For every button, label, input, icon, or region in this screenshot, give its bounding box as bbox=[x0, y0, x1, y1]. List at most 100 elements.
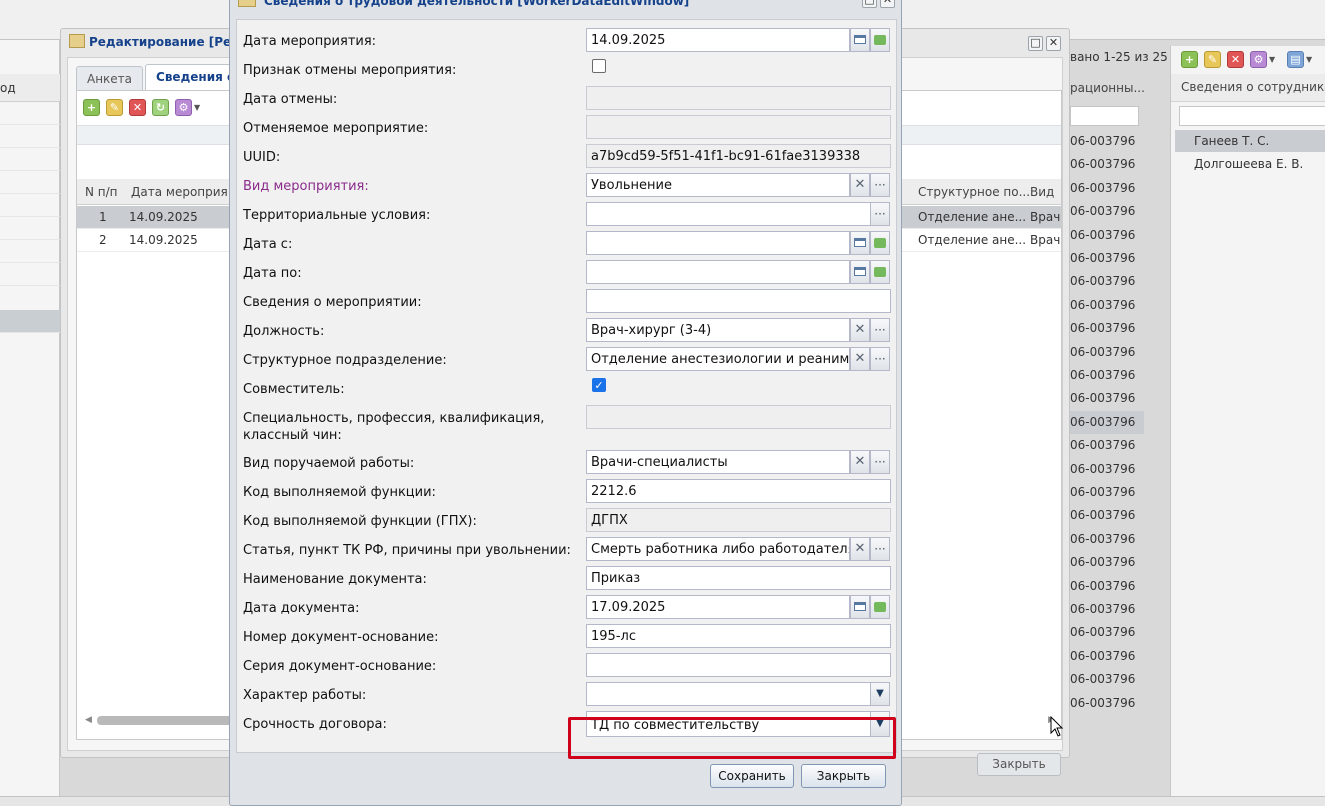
table-cell[interactable]: 06-003796 bbox=[1070, 575, 1144, 598]
date-from-field[interactable] bbox=[586, 231, 850, 255]
table-cell[interactable]: 06-003796 bbox=[1070, 434, 1144, 457]
chevron-down-icon[interactable]: ▼ bbox=[194, 103, 200, 112]
table-cell[interactable]: 06-003796 bbox=[1070, 130, 1144, 153]
settings-icon[interactable]: ⚙ bbox=[1250, 51, 1267, 68]
table-cell[interactable]: 06-003796 bbox=[1070, 621, 1144, 644]
table-cell[interactable]: 06-003796 bbox=[1070, 551, 1144, 574]
department-field[interactable]: Отделение анестезиологии и реанимации bbox=[586, 347, 850, 371]
column-header-department[interactable]: Структурное по... bbox=[918, 185, 1030, 199]
clear-icon[interactable]: ✕ bbox=[850, 537, 870, 561]
tab-anketa[interactable]: Анкета bbox=[76, 66, 144, 90]
close-window-button[interactable]: ✕ bbox=[1046, 36, 1061, 51]
list-item[interactable] bbox=[0, 171, 60, 194]
delete-icon[interactable]: ✕ bbox=[129, 99, 146, 116]
select-more-icon[interactable]: ··· bbox=[870, 537, 890, 561]
column-header-registration[interactable]: рационны... bbox=[1070, 74, 1144, 102]
table-cell[interactable]: 06-003796 bbox=[1070, 504, 1144, 527]
list-item[interactable] bbox=[0, 194, 60, 217]
event-info-field[interactable] bbox=[586, 289, 891, 313]
event-kind-field[interactable]: Увольнение bbox=[586, 173, 850, 197]
print-icon[interactable]: ▤ bbox=[1286, 51, 1304, 68]
table-cell[interactable]: 06-003796 bbox=[1070, 270, 1144, 293]
table-cell[interactable]: 06-003796 bbox=[1070, 341, 1144, 364]
table-cell[interactable]: 06-003796 bbox=[1070, 598, 1144, 621]
list-item[interactable] bbox=[0, 148, 60, 171]
select-more-icon[interactable]: ··· bbox=[870, 347, 890, 371]
calendar-button[interactable] bbox=[850, 595, 870, 619]
doc-series-field[interactable] bbox=[586, 653, 891, 677]
add-icon[interactable]: + bbox=[1181, 51, 1198, 68]
employees-filter-input[interactable] bbox=[1179, 106, 1325, 126]
left-list-header[interactable]: од bbox=[0, 74, 60, 102]
scroll-left-icon[interactable]: ◀ bbox=[85, 715, 92, 725]
column-header-date[interactable]: Дата мероприя... bbox=[131, 185, 239, 199]
add-icon[interactable]: + bbox=[83, 99, 100, 116]
today-button[interactable] bbox=[870, 231, 890, 255]
calendar-button[interactable] bbox=[850, 231, 870, 255]
list-item[interactable] bbox=[0, 125, 60, 148]
table-cell[interactable]: 06-003796 bbox=[1070, 645, 1144, 668]
select-more-icon[interactable]: ··· bbox=[870, 173, 890, 197]
event-date-field[interactable]: 14.09.2025 bbox=[586, 28, 850, 52]
position-field[interactable]: Врач-хирург (3-4) bbox=[586, 318, 850, 342]
employee-row[interactable]: Ганеев Т. С. bbox=[1175, 130, 1325, 152]
today-button[interactable] bbox=[870, 595, 890, 619]
select-more-icon[interactable]: ··· bbox=[870, 202, 890, 226]
cancel-flag-checkbox[interactable] bbox=[592, 59, 606, 73]
column-header-number[interactable]: N п/п bbox=[85, 185, 118, 199]
clear-icon[interactable]: ✕ bbox=[850, 318, 870, 342]
employee-row[interactable]: Долгошеева Е. В. bbox=[1175, 153, 1325, 175]
table-cell[interactable]: 06-003796 bbox=[1070, 200, 1144, 223]
function-code-field[interactable]: 2212.6 bbox=[586, 479, 891, 503]
maximize-button[interactable]: □ bbox=[1028, 36, 1043, 51]
person-close-button[interactable]: Закрыть bbox=[977, 753, 1061, 776]
territorial-field[interactable] bbox=[586, 202, 871, 226]
speciality-field[interactable] bbox=[586, 405, 891, 429]
chevron-down-icon[interactable]: ▼ bbox=[870, 682, 890, 706]
table-cell[interactable]: 06-003796 bbox=[1070, 387, 1144, 410]
table-cell[interactable]: 06-003796 bbox=[1070, 410, 1144, 434]
select-more-icon[interactable]: ··· bbox=[870, 318, 890, 342]
table-cell[interactable]: 06-003796 bbox=[1070, 528, 1144, 551]
calendar-button[interactable] bbox=[850, 28, 870, 52]
cancelled-event-field[interactable] bbox=[586, 115, 891, 139]
settings-icon[interactable]: ⚙ bbox=[175, 99, 192, 116]
table-cell[interactable]: 06-003796 bbox=[1070, 153, 1144, 176]
table-cell[interactable]: 06-003796 bbox=[1070, 692, 1144, 715]
doc-name-field[interactable]: Приказ bbox=[586, 566, 891, 590]
table-cell[interactable]: 06-003796 bbox=[1070, 668, 1144, 691]
function-code-gph-field[interactable]: ДГПХ bbox=[586, 508, 891, 532]
employees-header[interactable]: Сведения о сотрудниках bbox=[1171, 74, 1325, 102]
table-cell[interactable]: 06-003796 bbox=[1070, 247, 1144, 270]
cancel-date-field[interactable] bbox=[586, 86, 891, 110]
table-cell[interactable]: 06-003796 bbox=[1070, 224, 1144, 247]
list-item[interactable] bbox=[0, 240, 60, 263]
chevron-down-icon[interactable]: ▼ bbox=[1306, 55, 1312, 64]
doc-number-field[interactable]: 195-лс bbox=[586, 624, 891, 648]
work-character-select[interactable] bbox=[586, 682, 871, 706]
column-header-kind[interactable]: Вид bbox=[1030, 185, 1054, 199]
edit-icon[interactable]: ✎ bbox=[1204, 51, 1221, 68]
table-cell[interactable]: 06-003796 bbox=[1070, 177, 1144, 200]
calendar-button[interactable] bbox=[850, 260, 870, 284]
table-cell[interactable]: 06-003796 bbox=[1070, 481, 1144, 504]
list-item-selected[interactable] bbox=[0, 310, 60, 333]
table-cell[interactable]: 06-003796 bbox=[1070, 317, 1144, 340]
date-to-field[interactable] bbox=[586, 260, 850, 284]
table-cell[interactable]: 06-003796 bbox=[1070, 294, 1144, 317]
maximize-button[interactable]: □ bbox=[862, 0, 877, 8]
table-cell[interactable]: 06-003796 bbox=[1070, 458, 1144, 481]
list-item[interactable] bbox=[0, 263, 60, 286]
clear-icon[interactable]: ✕ bbox=[850, 347, 870, 371]
save-button[interactable]: Сохранить bbox=[710, 764, 794, 788]
part-time-checkbox[interactable]: ✓ bbox=[592, 378, 606, 392]
uuid-field[interactable]: a7b9cd59-5f51-41f1-bc91-61fae3139338 bbox=[586, 144, 891, 168]
chevron-down-icon[interactable]: ▼ bbox=[1269, 55, 1275, 64]
close-window-button[interactable]: ✕ bbox=[880, 0, 895, 8]
doc-date-field[interactable]: 17.09.2025 bbox=[586, 595, 850, 619]
today-button[interactable] bbox=[870, 28, 890, 52]
clear-icon[interactable]: ✕ bbox=[850, 450, 870, 474]
table-cell[interactable]: 06-003796 bbox=[1070, 364, 1144, 387]
close-button[interactable]: Закрыть bbox=[801, 764, 886, 788]
select-more-icon[interactable]: ··· bbox=[870, 450, 890, 474]
